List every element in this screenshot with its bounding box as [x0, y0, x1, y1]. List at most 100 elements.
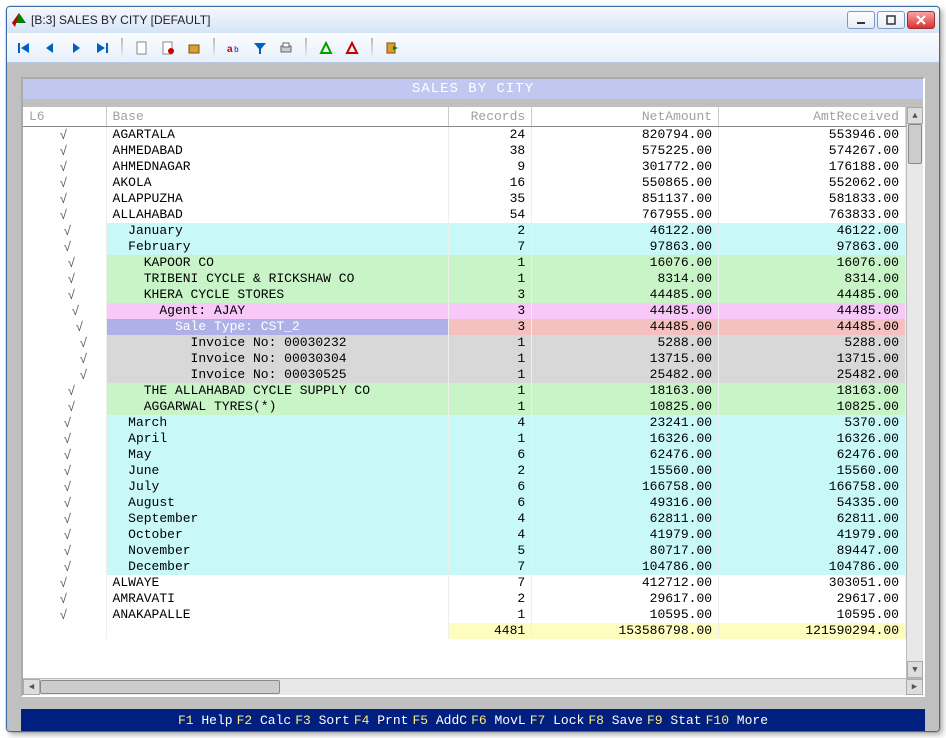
- col-tick[interactable]: L6: [23, 107, 106, 127]
- expand-tick[interactable]: √: [23, 383, 106, 399]
- expand-tick[interactable]: √: [23, 303, 106, 319]
- expand-tick[interactable]: √: [23, 319, 106, 335]
- scroll-up-icon[interactable]: ▲: [907, 107, 923, 124]
- expand-tick[interactable]: √: [23, 447, 106, 463]
- expand-tick[interactable]: √: [23, 399, 106, 415]
- expand-tick[interactable]: √: [23, 367, 106, 383]
- table-row[interactable]: √AKOLA16550865.00552062.00: [23, 175, 906, 191]
- table-row[interactable]: √ September462811.0062811.00: [23, 511, 906, 527]
- table-row[interactable]: √ALLAHABAD54767955.00763833.00: [23, 207, 906, 223]
- expand-tick[interactable]: √: [23, 575, 106, 591]
- table-row[interactable]: √ November580717.0089447.00: [23, 543, 906, 559]
- close-button[interactable]: [907, 11, 935, 29]
- hscroll-thumb[interactable]: [40, 680, 280, 694]
- table-row[interactable]: √AGARTALA24820794.00553946.00: [23, 127, 906, 144]
- expand-tick[interactable]: √: [23, 543, 106, 559]
- shape-a2-icon[interactable]: [341, 37, 363, 59]
- doc-new-icon[interactable]: [131, 37, 153, 59]
- scroll-right-icon[interactable]: ▶: [906, 679, 923, 695]
- expand-tick[interactable]: √: [23, 207, 106, 223]
- expand-tick[interactable]: √: [23, 591, 106, 607]
- expand-tick[interactable]: √: [23, 495, 106, 511]
- table-row[interactable]: √ Invoice No: 00030304113715.0013715.00: [23, 351, 906, 367]
- nav-first-icon[interactable]: [13, 37, 35, 59]
- minimize-button[interactable]: [847, 11, 875, 29]
- expand-tick[interactable]: √: [23, 431, 106, 447]
- shape-a-icon[interactable]: [315, 37, 337, 59]
- expand-tick[interactable]: √: [23, 127, 106, 144]
- scroll-left-icon[interactable]: ◀: [23, 679, 40, 695]
- expand-tick[interactable]: √: [23, 415, 106, 431]
- table-row[interactable]: √ December7104786.00104786.00: [23, 559, 906, 575]
- expand-tick[interactable]: √: [23, 223, 106, 239]
- expand-tick[interactable]: √: [23, 479, 106, 495]
- table-row[interactable]: √ July6166758.00166758.00: [23, 479, 906, 495]
- table-row[interactable]: √ August649316.0054335.00: [23, 495, 906, 511]
- expand-tick[interactable]: √: [23, 335, 106, 351]
- filter-az-icon[interactable]: ab: [223, 37, 245, 59]
- expand-tick[interactable]: √: [23, 271, 106, 287]
- print-icon[interactable]: [275, 37, 297, 59]
- col-records[interactable]: Records: [449, 107, 532, 127]
- table-row[interactable]: √AHMEDABAD38575225.00574267.00: [23, 143, 906, 159]
- expand-tick[interactable]: √: [23, 159, 106, 175]
- nav-prev-icon[interactable]: [39, 37, 61, 59]
- table-row[interactable]: √ TRIBENI CYCLE & RICKSHAW CO18314.00831…: [23, 271, 906, 287]
- fkey-f2[interactable]: F2 Calc: [237, 713, 292, 728]
- table-row[interactable]: √ April116326.0016326.00: [23, 431, 906, 447]
- expand-tick[interactable]: √: [23, 239, 106, 255]
- col-amt[interactable]: AmtReceived: [719, 107, 906, 127]
- table-row[interactable]: √ALAPPUZHA35851137.00581833.00: [23, 191, 906, 207]
- table-row[interactable]: √ALWAYE7412712.00303051.00: [23, 575, 906, 591]
- table-row[interactable]: √ Sale Type: CST_2344485.0044485.00: [23, 319, 906, 335]
- expand-tick[interactable]: √: [23, 463, 106, 479]
- filter-funnel-icon[interactable]: [249, 37, 271, 59]
- table-row[interactable]: √ KHERA CYCLE STORES344485.0044485.00: [23, 287, 906, 303]
- expand-tick[interactable]: √: [23, 559, 106, 575]
- fkey-f1[interactable]: F1 Help: [178, 713, 233, 728]
- nav-next-icon[interactable]: [65, 37, 87, 59]
- doc-open-icon[interactable]: [157, 37, 179, 59]
- doc-box-icon[interactable]: [183, 37, 205, 59]
- fkey-f7[interactable]: F7 Lock: [530, 713, 585, 728]
- table-row[interactable]: √ March423241.005370.00: [23, 415, 906, 431]
- nav-last-icon[interactable]: [91, 37, 113, 59]
- data-grid[interactable]: L6 Base Records NetAmount AmtReceived √A…: [23, 107, 906, 678]
- fkey-f10[interactable]: F10 More: [706, 713, 768, 728]
- expand-tick[interactable]: √: [23, 607, 106, 623]
- table-row[interactable]: √ June215560.0015560.00: [23, 463, 906, 479]
- table-row[interactable]: √ AGGARWAL TYRES(*)110825.0010825.00: [23, 399, 906, 415]
- table-row[interactable]: √ KAPOOR CO116076.0016076.00: [23, 255, 906, 271]
- expand-tick[interactable]: √: [23, 175, 106, 191]
- col-net[interactable]: NetAmount: [532, 107, 719, 127]
- expand-tick[interactable]: √: [23, 351, 106, 367]
- table-row[interactable]: √ October441979.0041979.00: [23, 527, 906, 543]
- fkey-f6[interactable]: F6 MovL: [471, 713, 526, 728]
- expand-tick[interactable]: √: [23, 255, 106, 271]
- fkey-f9[interactable]: F9 Stat: [647, 713, 702, 728]
- exit-icon[interactable]: [381, 37, 403, 59]
- fkey-f8[interactable]: F8 Save: [588, 713, 643, 728]
- col-base[interactable]: Base: [106, 107, 449, 127]
- fkey-f4[interactable]: F4 Prnt: [354, 713, 409, 728]
- expand-tick[interactable]: √: [23, 143, 106, 159]
- table-row[interactable]: √ Agent: AJAY344485.0044485.00: [23, 303, 906, 319]
- table-row[interactable]: √ Invoice No: 0003023215288.005288.00: [23, 335, 906, 351]
- fkey-f3[interactable]: F3 Sort: [295, 713, 350, 728]
- expand-tick[interactable]: √: [23, 191, 106, 207]
- table-row[interactable]: √ THE ALLAHABAD CYCLE SUPPLY CO118163.00…: [23, 383, 906, 399]
- scroll-down-icon[interactable]: ▼: [907, 661, 923, 678]
- expand-tick[interactable]: √: [23, 287, 106, 303]
- table-row[interactable]: √ May662476.0062476.00: [23, 447, 906, 463]
- maximize-button[interactable]: [877, 11, 905, 29]
- table-row[interactable]: √ January246122.0046122.00: [23, 223, 906, 239]
- table-row[interactable]: √ Invoice No: 00030525125482.0025482.00: [23, 367, 906, 383]
- expand-tick[interactable]: √: [23, 511, 106, 527]
- fkey-f5[interactable]: F5 AddC: [412, 713, 467, 728]
- expand-tick[interactable]: √: [23, 527, 106, 543]
- table-row[interactable]: √AHMEDNAGAR9301772.00176188.00: [23, 159, 906, 175]
- horizontal-scrollbar[interactable]: ◀ ▶: [23, 678, 923, 695]
- vertical-scrollbar[interactable]: ▲ ▼: [906, 107, 923, 678]
- table-row[interactable]: √ February797863.0097863.00: [23, 239, 906, 255]
- table-row[interactable]: √ANAKAPALLE110595.0010595.00: [23, 607, 906, 623]
